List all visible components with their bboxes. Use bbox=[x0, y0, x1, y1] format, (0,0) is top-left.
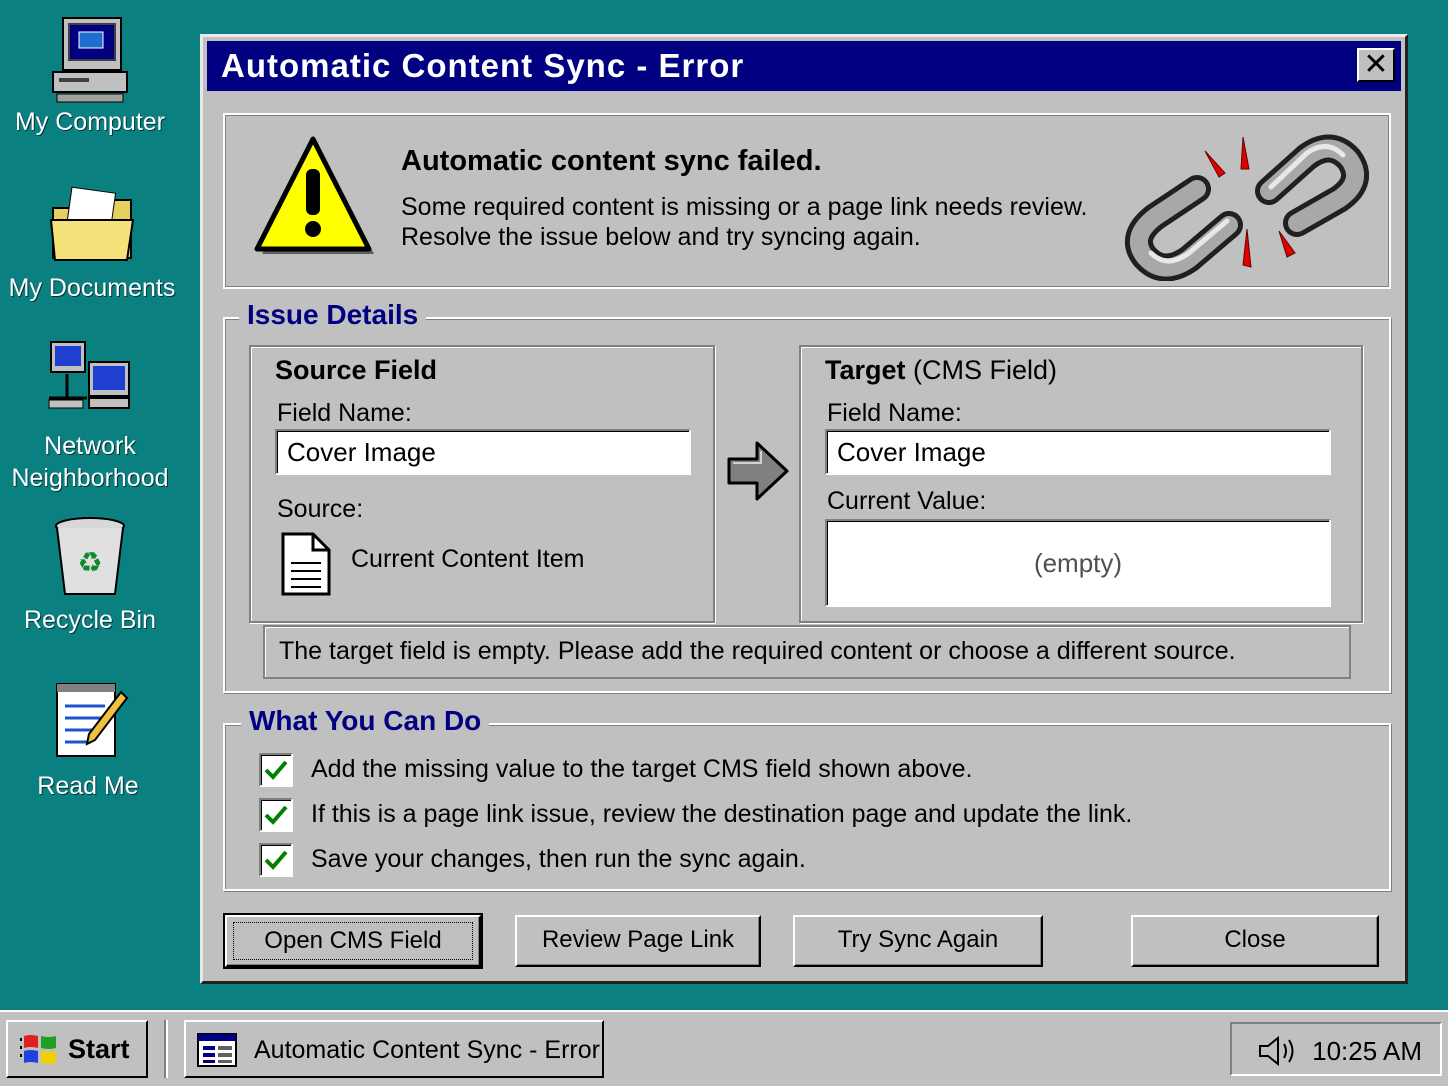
taskbar-separator bbox=[164, 1020, 168, 1078]
clock: 10:25 AM bbox=[1312, 1036, 1422, 1066]
checkbox-checked[interactable] bbox=[259, 843, 293, 877]
system-tray: 10:25 AM bbox=[1230, 1022, 1442, 1076]
issue-details-legend: Issue Details bbox=[239, 299, 427, 331]
issue-message: The target field is empty. Please add th… bbox=[263, 625, 1351, 679]
arrow-right-icon bbox=[727, 441, 789, 501]
title-bar[interactable]: Automatic Content Sync - Error ✕ bbox=[207, 41, 1401, 91]
desktop-icon-my-computer[interactable]: My Computer bbox=[0, 14, 180, 138]
source-field-heading: Source Field bbox=[275, 355, 438, 385]
desktop-icon-my-documents[interactable]: My Documents bbox=[2, 180, 182, 304]
current-value-field[interactable]: (empty) bbox=[825, 519, 1331, 607]
target-field-heading: Target (CMS Field) bbox=[825, 355, 1057, 386]
document-icon bbox=[281, 532, 331, 596]
try-sync-again-button[interactable]: Try Sync Again bbox=[793, 915, 1043, 967]
checkbox-checked[interactable] bbox=[259, 798, 293, 832]
start-button[interactable]: Start bbox=[6, 1020, 148, 1078]
source-value: Current Content Item bbox=[351, 545, 585, 573]
error-description-line-1: Some required content is missing or a pa… bbox=[401, 193, 1088, 221]
source-field-name-input[interactable]: Cover Image bbox=[275, 429, 691, 475]
target-field-name-label: Field Name: bbox=[827, 399, 962, 427]
open-cms-field-button[interactable]: Open CMS Field bbox=[223, 913, 483, 969]
computer-icon bbox=[45, 14, 135, 104]
network-icon bbox=[45, 338, 135, 428]
desktop-icon-network-neighborhood[interactable]: Network Neighborhood bbox=[0, 338, 180, 494]
target-field-box: Target (CMS Field) Field Name: Cover Ima… bbox=[799, 345, 1363, 623]
error-summary-panel: Automatic content sync failed. Some requ… bbox=[223, 113, 1391, 289]
close-button[interactable]: Close bbox=[1131, 915, 1379, 967]
error-description-line-2: Resolve the issue below and try syncing … bbox=[401, 223, 921, 251]
source-field-name-label: Field Name: bbox=[277, 399, 412, 427]
current-value-label: Current Value: bbox=[827, 487, 987, 515]
checkbox-checked[interactable] bbox=[259, 753, 293, 787]
target-field-name-input[interactable]: Cover Image bbox=[825, 429, 1331, 475]
taskbar-window-button[interactable]: Automatic Content Sync - Error bbox=[184, 1020, 604, 1078]
svg-text:♻: ♻ bbox=[77, 546, 102, 579]
folder-icon bbox=[47, 180, 137, 270]
warning-icon bbox=[254, 136, 374, 254]
checkmark-icon bbox=[264, 850, 288, 870]
start-label: Start bbox=[68, 1034, 130, 1064]
what-you-can-do-legend: What You Can Do bbox=[241, 705, 490, 737]
what-you-can-do-group: What You Can Do Add the missing value to… bbox=[223, 705, 1391, 891]
notepad-icon bbox=[43, 678, 133, 768]
recycle-bin-icon: ♻ bbox=[45, 512, 135, 602]
checkmark-icon bbox=[264, 805, 288, 825]
desktop-icon-label: Network Neighborhood bbox=[11, 432, 169, 492]
target-heading-main: Target bbox=[825, 355, 906, 385]
review-page-link-button[interactable]: Review Page Link bbox=[515, 915, 761, 967]
action-item-text: Save your changes, then run the sync aga… bbox=[311, 845, 806, 873]
taskbar-window-label: Automatic Content Sync - Error bbox=[254, 1036, 600, 1064]
error-headline: Automatic content sync failed. bbox=[401, 145, 822, 177]
broken-link-icon bbox=[1125, 134, 1369, 281]
action-item-text: If this is a page link issue, review the… bbox=[311, 800, 1133, 828]
desktop-icon-label: Recycle Bin bbox=[24, 606, 156, 634]
open-cms-field-label: Open CMS Field bbox=[233, 922, 473, 960]
close-icon[interactable]: ✕ bbox=[1357, 48, 1395, 82]
windows-logo-icon bbox=[20, 1035, 56, 1064]
checkmark-icon bbox=[264, 760, 288, 780]
window-title: Automatic Content Sync - Error bbox=[221, 47, 745, 84]
desktop-icon-recycle-bin[interactable]: ♻ Recycle Bin bbox=[0, 512, 180, 636]
source-field-box: Source Field Field Name: Cover Image Sou… bbox=[249, 345, 715, 623]
taskbar: Start Automatic Content Sync - Error 10:… bbox=[0, 1010, 1448, 1086]
desktop-icon-label: Read Me bbox=[37, 772, 139, 800]
action-item-text: Add the missing value to the target CMS … bbox=[311, 755, 973, 783]
desktop-icon-label: My Documents bbox=[8, 274, 176, 302]
speaker-icon[interactable] bbox=[1256, 1034, 1300, 1068]
window-app-icon bbox=[197, 1033, 237, 1067]
issue-details-group: Issue Details Source Field Field Name: C… bbox=[223, 299, 1391, 693]
sync-error-dialog: Automatic Content Sync - Error ✕ Automat… bbox=[200, 34, 1408, 984]
desktop-icon-read-me[interactable]: Read Me bbox=[0, 678, 178, 802]
desktop-icon-label: My Computer bbox=[14, 108, 166, 136]
target-heading-sub: (CMS Field) bbox=[913, 355, 1058, 385]
source-label: Source: bbox=[277, 495, 364, 523]
